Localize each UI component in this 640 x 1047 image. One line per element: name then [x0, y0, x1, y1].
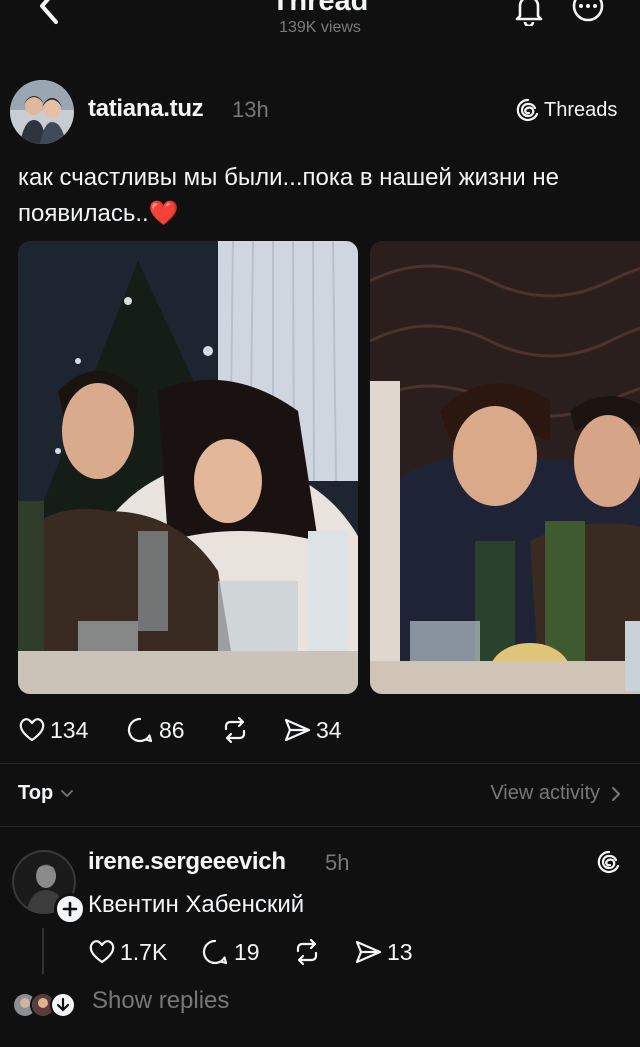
post-time: 13h — [232, 97, 269, 122]
reply-comment-count: 19 — [234, 938, 260, 965]
more-options-button[interactable] — [570, 0, 606, 28]
post-text: как счастливы мы были...пока в нашей жиз… — [18, 164, 559, 227]
more-icon — [572, 0, 604, 22]
view-activity-label: View activity — [490, 782, 600, 804]
avatar[interactable] — [10, 80, 74, 144]
chevron-down-icon — [61, 789, 74, 797]
sort-dropdown[interactable]: Top — [18, 782, 75, 805]
threads-logo-icon — [516, 98, 539, 122]
comment-button[interactable]: 86 — [125, 713, 185, 747]
repost-icon — [224, 716, 246, 744]
expand-replies-button[interactable] — [50, 992, 76, 1018]
share-button[interactable]: 34 — [282, 713, 342, 747]
share-count: 34 — [316, 716, 342, 743]
reply-text: Квентин Хабенский — [88, 891, 305, 918]
follow-plus-button[interactable] — [54, 893, 86, 925]
comment-icon — [127, 717, 153, 743]
repost-button[interactable] — [220, 713, 254, 747]
post-photo-2[interactable] — [370, 241, 640, 694]
comment-count: 86 — [159, 716, 185, 743]
chevron-down-icon — [56, 997, 70, 1012]
threads-logo-icon — [597, 850, 620, 874]
plus-icon — [62, 901, 78, 917]
share-icon — [284, 718, 311, 742]
reply-like-button[interactable]: 1.7K — [88, 935, 167, 969]
chevron-right-icon — [612, 786, 621, 801]
sort-label: Top — [18, 782, 54, 804]
view-activity-link[interactable]: View activity — [490, 782, 622, 805]
share-icon — [355, 940, 382, 964]
like-count: 134 — [50, 716, 89, 743]
thread-connector-line — [42, 928, 44, 974]
bell-icon — [515, 0, 543, 28]
repost-icon — [296, 938, 318, 966]
show-replies-link[interactable]: Show replies — [92, 987, 229, 1015]
reply-share-button[interactable]: 13 — [353, 935, 413, 969]
heart-icon — [19, 718, 45, 742]
divider — [0, 826, 640, 827]
reply-time: 5h — [325, 850, 350, 875]
heart-icon — [89, 940, 115, 964]
reply-username[interactable]: irene.sergeeevich — [88, 848, 286, 876]
threads-app-label: Threads — [544, 99, 618, 121]
reply-like-count: 1.7K — [120, 938, 168, 965]
reply-repost-button[interactable] — [292, 935, 326, 969]
like-button[interactable]: 134 — [18, 713, 88, 747]
reply-comment-button[interactable]: 19 — [200, 935, 260, 969]
reply-share-count: 13 — [387, 938, 413, 965]
notifications-button[interactable] — [512, 0, 546, 28]
post-username[interactable]: tatiana.tuz — [88, 95, 204, 123]
comment-icon — [202, 939, 228, 965]
divider — [0, 763, 640, 764]
post-photo-1[interactable] — [18, 241, 358, 694]
